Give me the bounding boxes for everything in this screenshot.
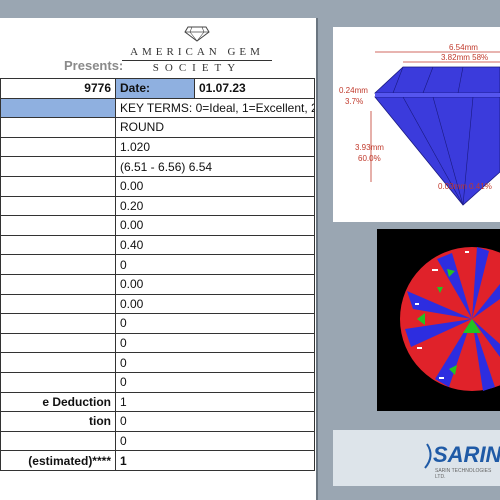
row-label: e Deduction [0,391,116,413]
logo-rule [122,60,272,61]
row-label [0,175,116,197]
sarin-logo: SARIN [433,442,500,467]
row-label [0,234,116,256]
row-value: 0.00 [115,175,315,197]
date-value: 01.07.23 [194,78,315,99]
crown-height-pct: 3.7% [345,97,363,106]
table-label: 3.82mm 58% [441,53,488,62]
row-label [0,156,116,177]
table-row: 0.20 [0,195,315,217]
row-label [0,332,116,354]
row-label [0,136,116,158]
row-label [0,117,116,138]
row-value: 0.00 [115,293,315,315]
row-label: tion [0,411,116,432]
row-value: 0 [115,430,315,452]
row-label: (estimated)**** [0,450,116,471]
diamond-profile-icon: 6.54mm 3.82mm 58% 0.24mm 3.7% 3.93mm 60.… [339,43,500,206]
logo-line-american-gem: AMERICAN GEM [130,46,264,58]
table-row: ROUND [0,117,315,138]
table-row: 0.00 [0,215,315,236]
depth-pct: 60.0% [358,154,381,163]
table-row: 0 [0,371,315,393]
table-row: 0 [0,430,315,452]
arrows-pattern-icon [400,247,500,391]
depth-label: 3.93mm [355,143,384,152]
row-value: 0 [115,332,315,354]
row-value: 1.020 [115,136,315,158]
row-label [0,195,116,217]
diamond-logo-icon [184,26,210,42]
row-label [0,215,116,236]
table-row: 0 [0,254,315,275]
row-value: 0 [115,352,315,373]
row-label [0,352,116,373]
row-value: 0.20 [115,195,315,217]
table-row: 0 [0,332,315,354]
report-panel: Presents: AMERICAN GEM SOCIETY 9776 Date… [0,18,318,500]
table-row: 0 [0,352,315,373]
row-label [0,254,116,275]
table-row: e Deduction 1 [0,391,315,413]
row-value: (6.51 - 6.56) 6.54 [115,156,315,177]
table-row: 0 [0,313,315,334]
report-number: 9776 [0,78,116,99]
table-row: tion 0 [0,411,315,432]
sarin-logo-panel: SARIN SARIN TECHNOLOGIES LTD. [333,430,500,486]
row-label [0,313,116,334]
date-label: Date: [115,78,195,99]
row-value: 0 [115,411,315,432]
width-label: 6.54mm [449,43,478,52]
table-row: 9776 Date: 01.07.23 [0,78,315,99]
row-value: ROUND [115,117,315,138]
row-label [0,293,116,315]
row-value: 0.00 [115,273,315,295]
table-row: (6.51 - 6.56) 6.54 [0,156,315,177]
grading-table: 9776 Date: 01.07.23 KEY TERMS: 0=Ideal, … [0,78,315,471]
row-value: 0 [115,371,315,393]
row-label [0,273,116,295]
row-value: 0.00 [115,215,315,236]
hearts-arrows-image [377,229,500,411]
culet-label: 0.03mm 0.41% [438,182,492,191]
ags-logo: AMERICAN GEM SOCIETY [122,24,272,76]
crown-height-label: 0.24mm [339,86,368,95]
table-row: (estimated)**** 1 [0,450,315,471]
row-label [0,97,116,119]
proportion-diagram: 6.54mm 3.82mm 58% 0.24mm 3.7% 3.93mm 60.… [333,27,500,222]
table-row: 0.00 [0,293,315,315]
row-label [0,430,116,452]
key-terms: KEY TERMS: 0=Ideal, 1=Excellent, 2=Very … [115,97,315,119]
row-value: 0 [115,313,315,334]
row-value: 0 [115,254,315,275]
row-value: 0.40 [115,234,315,256]
sarin-subtitle: SARIN TECHNOLOGIES LTD. [435,468,492,480]
table-row: KEY TERMS: 0=Ideal, 1=Excellent, 2=Very … [0,97,315,119]
table-row: 1.020 [0,136,315,158]
row-value: 1 [115,450,315,471]
table-row: 0.40 [0,234,315,256]
table-row: 0.00 [0,175,315,197]
report-header: Presents: AMERICAN GEM SOCIETY [0,18,316,78]
row-label [0,371,116,393]
presents-text: Presents: [64,58,124,73]
row-value: 1 [115,391,315,413]
table-row: 0.00 [0,273,315,295]
logo-line-society: SOCIETY [152,62,242,74]
